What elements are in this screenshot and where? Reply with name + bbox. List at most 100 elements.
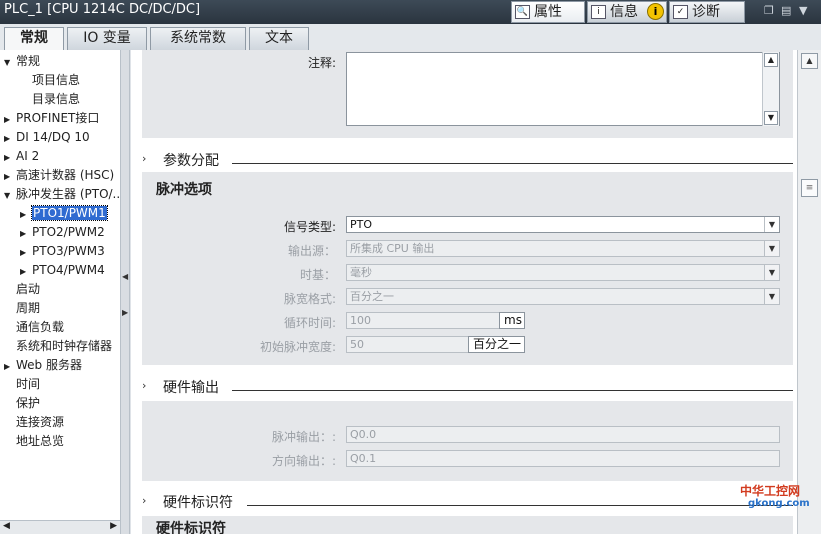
tab-info-label: 信息: [610, 4, 638, 20]
pulse-width-format-select: 百分之一 ▼: [346, 288, 780, 305]
scroll-right-icon[interactable]: ▶: [110, 521, 117, 531]
tab-diagnostics-label: 诊断: [692, 4, 720, 20]
nav-item-label: 连接资源: [16, 415, 65, 429]
main-vertical-scrollbar[interactable]: ▲ ≡: [797, 50, 821, 534]
nav-item-catalog-info[interactable]: 目录信息: [20, 90, 80, 109]
collapse-window-icon[interactable]: ▼: [799, 4, 807, 17]
chevron-right-icon[interactable]: ›: [142, 379, 146, 392]
section-hardware-output[interactable]: › 硬件输出: [142, 377, 793, 397]
tab-diagnostics[interactable]: ✓ 诊断: [669, 1, 745, 23]
nav-item-pto1[interactable]: ▶ PTO1/PWM1: [20, 204, 108, 224]
nav-item-web-server[interactable]: ▶ Web 服务器: [4, 356, 82, 375]
info-icon: i: [591, 5, 606, 19]
info-badge-icon: i: [647, 3, 664, 20]
comment-scrollbar[interactable]: ▲ ▼: [762, 52, 779, 126]
properties-content: 注释: ▲ ▼ › 参数分配 脉冲选项 信号类型: PTO ▼ 输出源： 所集成…: [131, 50, 797, 534]
nav-item-label: 目录信息: [32, 92, 81, 106]
nav-item-label: PROFINET接口: [16, 111, 100, 125]
section-title: 硬件标识符: [163, 495, 233, 511]
expand-icon[interactable]: ▶: [20, 243, 32, 262]
scroll-thumb[interactable]: ≡: [801, 179, 818, 197]
chevron-down-icon: ▼: [764, 265, 779, 280]
nav-horizontal-scrollbar[interactable]: ◀ ▶: [0, 520, 120, 534]
scroll-left-icon[interactable]: ◀: [3, 521, 10, 531]
nav-item-pto4[interactable]: ▶ PTO4/PWM4: [20, 261, 105, 280]
nav-item-cycle[interactable]: 周期: [4, 299, 40, 318]
tab-texts[interactable]: 文本: [249, 27, 309, 50]
expand-icon[interactable]: ▶: [20, 262, 32, 281]
nav-item-label: PTO1/PWM1: [31, 205, 108, 221]
scroll-up-icon[interactable]: ▲: [801, 53, 818, 69]
nav-item-label: 启动: [16, 282, 41, 296]
direction-output-label: 方向输出：:: [271, 454, 336, 468]
expand-icon[interactable]: ▶: [4, 167, 16, 186]
nav-item-label: Web 服务器: [16, 358, 82, 372]
expand-icon[interactable]: ▼: [4, 53, 16, 72]
nav-item-hsc[interactable]: ▶ 高速计数器 (HSC): [4, 166, 114, 185]
watermark-text: 中华工控网: [740, 484, 801, 498]
section-hardware-identifier[interactable]: › 硬件标识符: [142, 492, 793, 512]
nav-item-startup[interactable]: 启动: [4, 280, 40, 299]
chevron-right-icon[interactable]: ›: [142, 494, 146, 507]
expand-icon[interactable]: ▶: [4, 110, 16, 129]
watermark-url: gkong.com: [748, 498, 810, 509]
chevron-down-icon[interactable]: ▼: [764, 217, 779, 232]
panel-splitter[interactable]: ◀ ▶: [121, 50, 130, 534]
nav-item-project-info[interactable]: 项目信息: [20, 71, 80, 90]
pulse-width-format-label: 脉宽格式:: [283, 292, 336, 306]
nav-item-time[interactable]: 时间: [4, 375, 40, 394]
expand-icon[interactable]: ▼: [4, 186, 16, 205]
pulse-output-field: Q0.0: [346, 426, 780, 443]
comment-textarea[interactable]: [346, 52, 780, 126]
cycle-time-input: 100: [346, 312, 501, 329]
expand-icon[interactable]: ▶: [20, 224, 32, 243]
nav-item-di-dq[interactable]: ▶ DI 14/DQ 10: [4, 128, 90, 147]
expand-icon[interactable]: ▶: [4, 129, 16, 148]
collapse-left-icon[interactable]: ◀: [122, 272, 128, 281]
section-parameter-assignment[interactable]: › 参数分配: [142, 150, 793, 170]
tab-general[interactable]: 常规: [4, 27, 64, 51]
section-title: 参数分配: [163, 153, 219, 169]
nav-item-address-overview[interactable]: 地址总览: [4, 432, 64, 451]
nav-item-ai[interactable]: ▶ AI 2: [4, 147, 39, 166]
output-source-value: 所集成 CPU 输出: [350, 242, 435, 255]
nav-item-protection[interactable]: 保护: [4, 394, 40, 413]
time-base-value: 毫秒: [350, 266, 372, 279]
navigation-tree: ▼ 常规 项目信息 目录信息 ▶ PROFINET接口 ▶ DI 14/DQ 10 ▶…: [0, 50, 121, 534]
time-base-label: 时基：: [299, 268, 336, 282]
chevron-down-icon: ▼: [764, 289, 779, 304]
signal-type-select[interactable]: PTO ▼: [346, 216, 780, 233]
nav-item-label: PTO2/PWM2: [32, 225, 105, 239]
hardware-identifier-panel: [142, 516, 793, 534]
tab-properties-label: 属性: [534, 4, 562, 20]
chevron-down-icon: ▼: [764, 241, 779, 256]
pulse-output-label: 脉冲输出：:: [271, 430, 336, 444]
expand-icon[interactable]: ▶: [4, 148, 16, 167]
tab-io-tags[interactable]: IO 变量: [67, 27, 147, 50]
nav-item-system-clock-memory[interactable]: 系统和时钟存储器: [4, 337, 112, 356]
restore-window-icon[interactable]: ❐: [764, 4, 774, 17]
menu-window-icon[interactable]: ▤: [781, 4, 791, 17]
nav-item-pulse-generator[interactable]: ▼ 脉冲发生器 (PTO/...: [4, 185, 120, 205]
tab-properties[interactable]: 🔍 属性: [511, 1, 585, 23]
nav-item-label: 时间: [16, 377, 41, 391]
nav-item-pto2[interactable]: ▶ PTO2/PWM2: [20, 223, 105, 242]
nav-item-comm-load[interactable]: 通信负载: [4, 318, 64, 337]
scroll-down-icon[interactable]: ▼: [764, 111, 778, 125]
chevron-right-icon[interactable]: ›: [142, 152, 146, 165]
initial-pulse-width-label: 初始脉冲宽度:: [259, 340, 336, 354]
nav-item-label: 通信负载: [16, 320, 65, 334]
tab-system-constants[interactable]: 系统常数: [150, 27, 246, 50]
nav-item-pto3[interactable]: ▶ PTO3/PWM3: [20, 242, 105, 261]
expand-icon[interactable]: ▶: [4, 357, 16, 376]
expand-right-icon[interactable]: ▶: [122, 308, 128, 317]
expand-icon[interactable]: ▶: [20, 205, 32, 224]
nav-item-profinet[interactable]: ▶ PROFINET接口: [4, 109, 99, 128]
nav-item-general[interactable]: ▼ 常规: [4, 52, 40, 71]
scroll-up-icon[interactable]: ▲: [764, 53, 778, 67]
nav-item-connection-resources[interactable]: 连接资源: [4, 413, 64, 432]
nav-item-label: 常规: [16, 54, 41, 68]
section-divider: [247, 505, 793, 506]
properties-icon: 🔍: [515, 5, 530, 19]
nav-item-label: 保护: [16, 396, 41, 410]
